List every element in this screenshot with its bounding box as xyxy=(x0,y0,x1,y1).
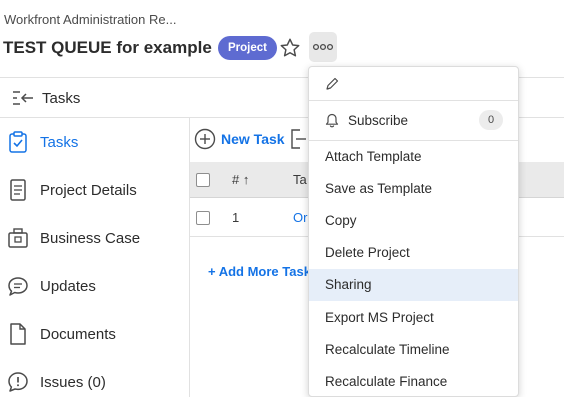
menu-item-save-as-template[interactable]: Save as Template xyxy=(309,173,518,205)
subscriber-count-badge: 0 xyxy=(479,110,503,130)
menu-item-label: Export MS Project xyxy=(325,310,434,325)
issue-icon xyxy=(8,372,28,392)
project-badge: Project xyxy=(218,36,277,60)
subscribe-label: Subscribe xyxy=(348,113,409,128)
select-all-checkbox[interactable] xyxy=(196,173,210,187)
bell-icon xyxy=(325,113,339,128)
page-title: TEST QUEUE for example xyxy=(3,38,212,57)
breadcrumb[interactable]: Workfront Administration Re... xyxy=(4,12,176,27)
sidebar-item-label: Updates xyxy=(40,277,96,295)
menu-item-copy[interactable]: Copy xyxy=(309,205,518,237)
column-header-task[interactable]: Ta xyxy=(293,172,307,187)
sidebar-item-issues[interactable]: Issues (0) xyxy=(0,364,189,397)
new-task-label: New Task xyxy=(221,131,285,147)
column-header-number[interactable]: # ↑ xyxy=(232,172,249,187)
sidebar-item-project-details[interactable]: Project Details xyxy=(0,172,189,208)
sidebar-item-label: Business Case xyxy=(40,229,141,247)
menu-item-label: Sharing xyxy=(325,277,372,292)
new-task-button[interactable]: New Task xyxy=(194,128,285,150)
menu-item-label: Recalculate Finance xyxy=(325,374,448,389)
menu-item-label: Recalculate Timeline xyxy=(325,342,450,357)
sidebar-item-label: Project Details xyxy=(40,181,137,199)
menu-item-label: Copy xyxy=(325,213,357,228)
speech-bubble-icon xyxy=(8,277,28,296)
pencil-icon xyxy=(326,77,339,90)
sidebar-item-documents[interactable]: Documents xyxy=(0,316,189,352)
menu-item-label: Delete Project xyxy=(325,245,410,260)
collapse-nav-row[interactable]: Tasks xyxy=(0,80,307,116)
sidebar-item-tasks[interactable]: Tasks xyxy=(0,124,189,160)
row-checkbox[interactable] xyxy=(196,211,210,225)
briefcase-icon xyxy=(8,228,28,248)
sidebar: Tasks Project Details Business Case Upda… xyxy=(0,118,190,397)
menu-item-export-ms-project[interactable]: Export MS Project xyxy=(309,302,518,334)
subscribe-menu-item[interactable]: Subscribe 0 xyxy=(309,101,518,141)
menu-item-attach-template[interactable]: Attach Template xyxy=(309,141,518,173)
more-options-button[interactable] xyxy=(309,32,337,62)
sidebar-item-updates[interactable]: Updates xyxy=(0,268,189,304)
more-horizontal-icon xyxy=(312,43,334,51)
more-options-menu: Subscribe 0 Attach Template Save as Temp… xyxy=(308,66,519,397)
plus-circle-icon xyxy=(194,128,216,150)
sidebar-item-label: Issues (0) xyxy=(40,373,106,391)
menu-item-label: Save as Template xyxy=(325,181,433,196)
sidebar-item-label: Documents xyxy=(40,325,116,343)
collapse-left-icon xyxy=(13,91,33,105)
row-task-link[interactable]: Or xyxy=(293,210,307,225)
star-icon[interactable] xyxy=(279,37,301,59)
sidebar-item-label: Tasks xyxy=(40,133,79,151)
sidebar-item-business-case[interactable]: Business Case xyxy=(0,220,189,256)
menu-item-delete-project[interactable]: Delete Project xyxy=(309,237,518,269)
edit-menu-item[interactable] xyxy=(309,67,518,101)
collapse-nav-label: Tasks xyxy=(42,89,81,107)
menu-item-recalculate-finance[interactable]: Recalculate Finance xyxy=(309,366,518,396)
menu-item-recalculate-timeline[interactable]: Recalculate Timeline xyxy=(309,334,518,366)
clipboard-check-icon xyxy=(9,131,27,153)
menu-item-label: Attach Template xyxy=(325,149,422,164)
file-icon xyxy=(10,323,26,345)
menu-item-sharing[interactable]: Sharing xyxy=(309,269,518,301)
document-icon xyxy=(10,179,26,201)
add-more-tasks-link[interactable]: + Add More Task xyxy=(208,264,311,279)
row-number: 1 xyxy=(232,210,240,225)
